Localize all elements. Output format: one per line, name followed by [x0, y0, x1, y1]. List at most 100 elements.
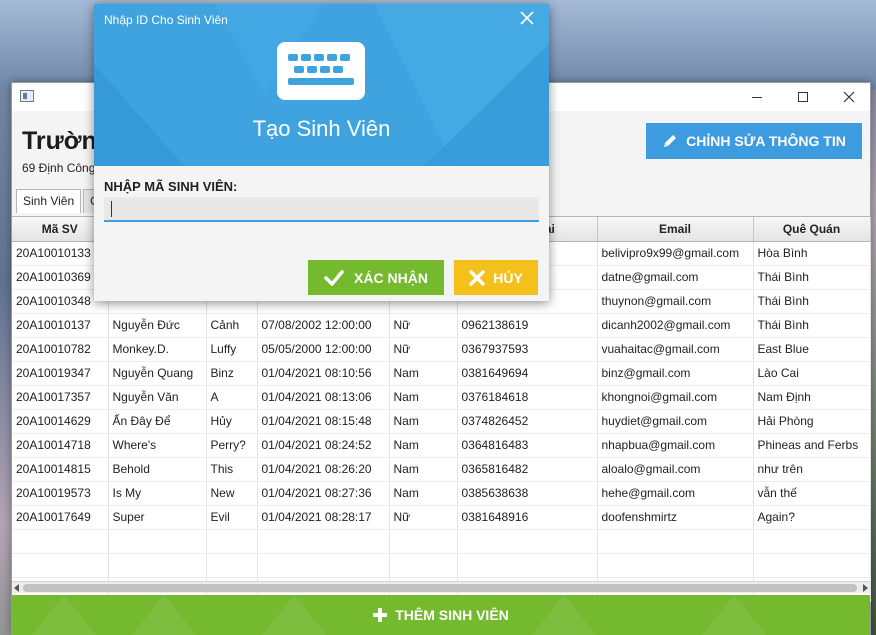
table-cell: Thái Bình: [753, 313, 871, 338]
table-cell: Hòa Bình: [753, 241, 871, 266]
tab-sinh-vien[interactable]: Sinh Viên: [16, 189, 82, 213]
table-cell: aloalo@gmail.com: [597, 457, 754, 482]
table-cell: 07/08/2002 12:00:00: [257, 313, 390, 338]
table-cell: Nam: [389, 385, 458, 410]
table-cell: doofenshmirtz: [597, 505, 754, 530]
add-student-button[interactable]: THÊM SINH VIÊN: [12, 595, 870, 635]
table-cell: 01/04/2021 08:10:56: [257, 361, 390, 386]
table-cell: 20A10010137: [12, 313, 109, 338]
table-cell: This: [206, 457, 258, 482]
scroll-left-icon[interactable]: [14, 584, 19, 592]
table-cell: Where's: [108, 433, 207, 458]
window-close-button[interactable]: [826, 83, 872, 111]
table-cell: Nam: [389, 457, 458, 482]
table-cell: Binz: [206, 361, 258, 386]
table-cell: A: [206, 385, 258, 410]
table-row[interactable]: 20A10014718 Where's Perry? 01/04/2021 08:24…: [12, 433, 871, 458]
cancel-label: HỦY: [493, 269, 523, 286]
scrollbar-thumb[interactable]: [23, 584, 857, 592]
edit-info-button[interactable]: CHỈNH SỬA THÔNG TIN: [646, 123, 862, 159]
table-cell: belivipro9x99@gmail.com: [597, 241, 754, 266]
table-row[interactable]: 20A10019573 Is My New 01/04/2021 08:27:36 Na…: [12, 481, 871, 506]
maximize-button[interactable]: [780, 83, 826, 111]
table-cell: 20A10019347: [12, 361, 109, 386]
table-row[interactable]: 20A10010137 Nguyễn Đức Cảnh 07/08/2002 12:0…: [12, 313, 871, 338]
table-cell: [108, 553, 207, 578]
table-cell: Phineas and Ferbs: [753, 433, 871, 458]
table-row[interactable]: 20A10019347 Nguyễn Quang Binz 01/04/2021 08…: [12, 361, 871, 386]
table-cell: 20A10017357: [12, 385, 109, 410]
maximize-icon: [798, 92, 808, 102]
confirm-button[interactable]: XÁC NHẬN: [308, 260, 444, 295]
table-cell: Nguyễn Quang: [108, 361, 207, 386]
table-cell: Hủy: [206, 409, 258, 434]
decorative-triangle: [32, 595, 96, 635]
cancel-button[interactable]: HỦY: [454, 260, 538, 295]
table-cell: 01/04/2021 08:15:48: [257, 409, 390, 434]
table-cell: Nguyễn Đức: [108, 313, 207, 338]
dialog-close-button[interactable]: [518, 9, 536, 27]
table-cell: như trên: [753, 457, 871, 482]
school-title: Trườn: [22, 127, 97, 155]
table-cell: Evil: [206, 505, 258, 530]
text-caret: [111, 201, 112, 217]
table-cell: huydiet@gmail.com: [597, 409, 754, 434]
table-cell: [12, 529, 109, 554]
table-row[interactable]: 20A10010782 Monkey.D. Luffy 05/05/2000 12:0…: [12, 337, 871, 362]
table-cell: [457, 529, 598, 554]
table-cell: Nữ: [389, 505, 458, 530]
table-cell: 20A10014629: [12, 409, 109, 434]
table-cell: [389, 529, 458, 554]
student-id-input[interactable]: [104, 197, 539, 222]
table-cell: 0367937593: [457, 337, 598, 362]
scroll-right-icon[interactable]: [863, 584, 868, 592]
table-cell: Thái Bình: [753, 265, 871, 290]
table-cell: Is My: [108, 481, 207, 506]
table-cell: vuahaitac@gmail.com: [597, 337, 754, 362]
horizontal-scrollbar[interactable]: [12, 581, 870, 593]
table-row[interactable]: 20A10017357 Nguyễn Văn A 01/04/2021 08:13:0…: [12, 385, 871, 410]
school-address: 69 Định Công: [22, 161, 96, 175]
minimize-icon: [752, 96, 762, 98]
table-cell: [257, 553, 390, 578]
table-cell: Again?: [753, 505, 871, 530]
table-cell: [597, 529, 754, 554]
table-cell: 0385638638: [457, 481, 598, 506]
empty-row: [12, 553, 871, 578]
table-cell: nhapbua@gmail.com: [597, 433, 754, 458]
table-cell: Nam: [389, 361, 458, 386]
table-cell: [206, 529, 258, 554]
table-cell: 0364816483: [457, 433, 598, 458]
confirm-label: XÁC NHẬN: [354, 269, 428, 286]
table-row[interactable]: 20A10014815 Behold This 01/04/2021 08:26:20…: [12, 457, 871, 482]
table-cell: Nguyễn Văn: [108, 385, 207, 410]
column-header[interactable]: Email: [597, 217, 754, 242]
table-cell: Perry?: [206, 433, 258, 458]
minimize-button[interactable]: [734, 83, 780, 111]
table-cell: [457, 553, 598, 578]
table-cell: 20A10010782: [12, 337, 109, 362]
table-cell: khongnoi@gmail.com: [597, 385, 754, 410]
table-cell: Thái Bình: [753, 289, 871, 314]
table-row[interactable]: 20A10014629 Ấn Đây Để Hủy 01/04/2021 08:15:…: [12, 409, 871, 434]
x-icon: [469, 269, 485, 286]
table-cell: [753, 553, 871, 578]
table-cell: Nam Định: [753, 385, 871, 410]
decorative-triangle: [702, 595, 766, 635]
table-row[interactable]: 20A10017649 Super Evil 01/04/2021 08:28:17 N…: [12, 505, 871, 530]
table-cell: 0381648916: [457, 505, 598, 530]
table-cell: Nam: [389, 409, 458, 434]
table-cell: 0376184618: [457, 385, 598, 410]
keyboard-icon: [277, 42, 365, 100]
table-cell: 05/05/2000 12:00:00: [257, 337, 390, 362]
dialog-header: Nhập ID Cho Sinh Viên Tạo Sinh Viên: [94, 4, 549, 166]
table-cell: dicanh2002@gmail.com: [597, 313, 754, 338]
table-cell: Nam: [389, 433, 458, 458]
decorative-triangle: [132, 595, 196, 635]
table-cell: hehe@gmail.com: [597, 481, 754, 506]
table-cell: [206, 553, 258, 578]
dialog-title: Nhập ID Cho Sinh Viên: [104, 13, 228, 27]
column-header[interactable]: Quê Quán: [753, 217, 871, 242]
plus-icon: [373, 608, 388, 622]
table-cell: datne@gmail.com: [597, 265, 754, 290]
